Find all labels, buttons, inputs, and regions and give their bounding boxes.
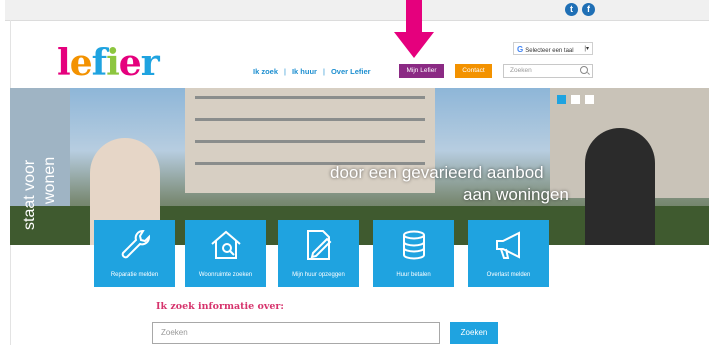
info-heading: Ik zoek informatie over: <box>156 301 284 312</box>
slide-dot[interactable] <box>585 95 594 104</box>
nav-item-ik-huur[interactable]: Ik huur <box>292 67 317 76</box>
nav-item-over-lefier[interactable]: Over Lefier <box>331 67 371 76</box>
info-search-input[interactable]: Zoeken <box>152 322 440 344</box>
building-balcony <box>195 118 425 121</box>
hero-vertical-text: staat voor wonen <box>21 157 58 230</box>
house-search-icon <box>210 230 241 259</box>
facebook-icon[interactable]: f <box>582 3 595 16</box>
tile-reparatie-melden[interactable]: Reparatie melden <box>94 220 175 287</box>
tile-label: Mijn huur opzeggen <box>292 272 345 278</box>
header-search-placeholder: Zoeken <box>510 67 532 74</box>
vertical-text-line1: staat voor <box>21 159 38 230</box>
logo-letter: e <box>118 42 142 84</box>
logo-letter: e <box>69 42 93 84</box>
tile-huur-betalen[interactable]: Huur betalen <box>373 220 454 287</box>
document-pen-icon <box>306 230 331 260</box>
top-social-bar: t f <box>5 0 709 21</box>
tile-mijn-huur-opzeggen[interactable]: Mijn huur opzeggen <box>278 220 359 287</box>
tile-label: Woonruimte zoeken <box>198 272 253 278</box>
building-balcony <box>195 140 425 143</box>
coins-icon <box>402 230 425 260</box>
google-icon: G <box>517 45 524 54</box>
vertical-text-line2: wonen <box>41 157 58 205</box>
nav-separator: | <box>322 66 325 76</box>
tile-label: Overlast melden <box>486 272 531 278</box>
slide-dot-active[interactable] <box>557 95 566 104</box>
chevron-down-icon: |▾ <box>584 46 589 52</box>
info-search-button[interactable]: Zoeken <box>450 322 498 344</box>
language-select-label: Selecteer een taal <box>525 48 574 54</box>
hero-tagline-line1: door een gevarieerd aanbod <box>330 163 544 182</box>
hero-tagline-line2: aan woningen <box>463 185 569 204</box>
main-nav: Ik zoek | Ik huur | Over Lefier <box>253 64 371 78</box>
logo-letter: l <box>57 42 71 84</box>
nav-item-ik-zoek[interactable]: Ik zoek <box>253 67 278 76</box>
contact-button[interactable]: Contact <box>455 64 492 78</box>
header-search-input[interactable]: Zoeken <box>503 64 593 78</box>
twitter-icon[interactable]: t <box>565 3 578 16</box>
logo-letter: f <box>91 42 107 84</box>
person-right <box>585 128 655 245</box>
wrench-icon <box>121 230 150 259</box>
browser-page: t f lefier G Selecteer een taal |▾ Ik zoe… <box>5 0 709 345</box>
logo-letter: r <box>140 42 160 84</box>
tile-woonruimte-zoeken[interactable]: Woonruimte zoeken <box>185 220 266 287</box>
building-balcony <box>195 96 425 99</box>
search-icon[interactable] <box>580 66 588 74</box>
tile-label: Reparatie melden <box>110 272 159 278</box>
megaphone-icon <box>495 231 520 259</box>
tile-overlast-melden[interactable]: Overlast melden <box>468 220 549 287</box>
slide-dot[interactable] <box>571 95 580 104</box>
annotation-arrow-icon <box>394 0 434 58</box>
language-select[interactable]: G Selecteer een taal |▾ <box>513 42 593 55</box>
logo-letter: i <box>106 42 120 84</box>
mijn-lefier-button[interactable]: Mijn Lefier <box>399 64 444 78</box>
info-search-placeholder: Zoeken <box>161 328 188 337</box>
nav-separator: | <box>284 66 286 76</box>
tile-label: Huur betalen <box>396 272 431 278</box>
lefier-logo[interactable]: lefier <box>57 42 160 84</box>
